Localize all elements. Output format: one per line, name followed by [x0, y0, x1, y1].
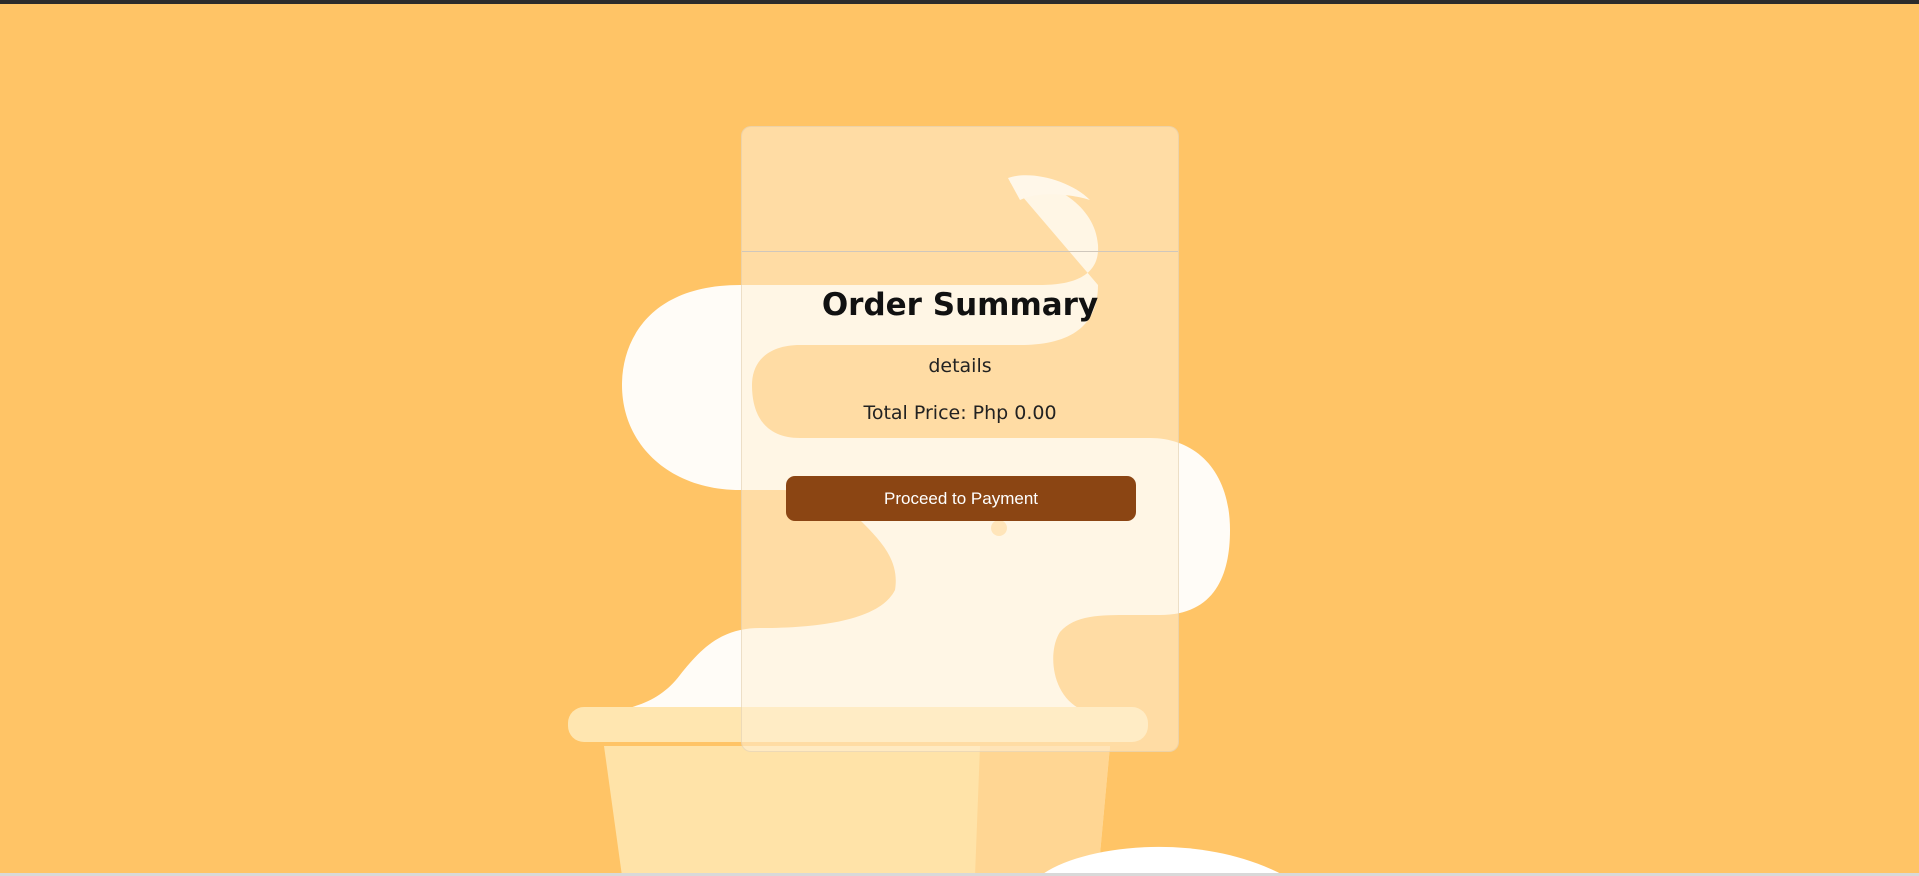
total-price-row: Total Price: Php 0.00: [742, 402, 1178, 424]
proceed-to-payment-button[interactable]: Proceed to Payment: [786, 476, 1136, 521]
order-details-text: details: [928, 355, 992, 377]
order-summary-card: Order Summary details Total Price: Php 0…: [741, 126, 1179, 752]
total-price-value: Php 0.00: [972, 402, 1057, 424]
total-price-label: Total Price:: [863, 402, 967, 424]
card-header: [742, 127, 1178, 252]
order-summary-title: Order Summary: [821, 287, 1099, 323]
